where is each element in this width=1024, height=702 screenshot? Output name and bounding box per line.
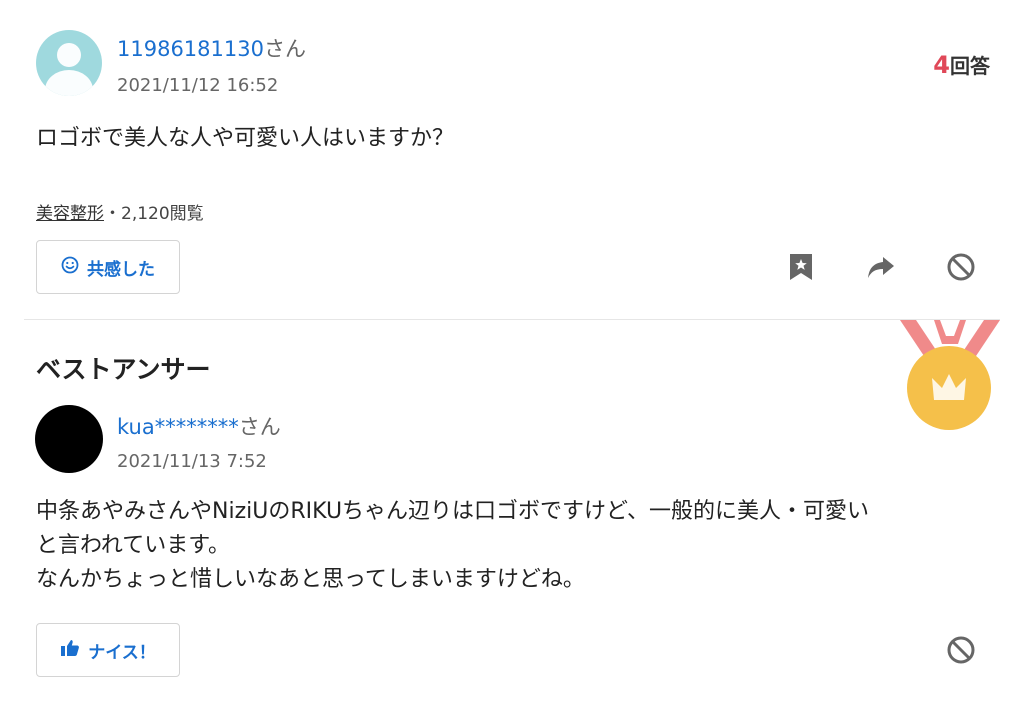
bookmark-icon[interactable]	[785, 251, 817, 283]
answer-count: 4回答	[933, 50, 990, 79]
empathy-button[interactable]: 共感した	[36, 240, 180, 294]
medal-icon	[900, 320, 1000, 430]
share-icon[interactable]	[865, 251, 897, 283]
answerer-username[interactable]: kua********	[117, 415, 239, 439]
honorific: さん	[263, 37, 306, 61]
view-count: ・2,120閲覧	[104, 204, 204, 224]
answerer-name[interactable]: kua********さん	[117, 411, 281, 441]
answerer-avatar[interactable]	[35, 405, 103, 473]
avatar-body	[45, 70, 93, 96]
smile-icon	[61, 256, 79, 279]
thumbs-up-icon	[60, 639, 80, 662]
answer-count-number: 4	[933, 51, 950, 79]
question-meta: 美容整形・2,120閲覧	[36, 199, 204, 224]
answer-line: 中条あやみさんやNiziUのRIKUちゃん辺りは口ゴボですけど、一般的に美人・可…	[36, 499, 869, 524]
questioner-username[interactable]: 11986181130	[117, 37, 264, 61]
block-icon[interactable]	[945, 634, 977, 666]
question-date: 2021/11/12 16:52	[117, 75, 279, 96]
questioner-avatar[interactable]	[36, 30, 102, 96]
answer-text: 中条あやみさんやNiziUのRIKUちゃん辺りは口ゴボですけど、一般的に美人・可…	[36, 495, 996, 597]
avatar-head	[57, 43, 81, 67]
nice-label: ナイス！	[88, 642, 156, 663]
answer-line: と言われています。	[36, 533, 231, 558]
nice-button[interactable]: ナイス！	[36, 623, 180, 677]
block-icon[interactable]	[945, 251, 977, 283]
best-answer-title: ベストアンサー	[36, 355, 211, 384]
section-divider	[24, 319, 1000, 320]
questioner-name[interactable]: 11986181130さん	[117, 33, 306, 63]
category-link[interactable]: 美容整形	[36, 204, 104, 224]
answer-date: 2021/11/13 7:52	[117, 451, 267, 472]
answer-line: なんかちょっと惜しいなあと思ってしまいますけどね。	[36, 567, 585, 592]
honorific: さん	[238, 415, 281, 439]
answer-count-label: 回答	[950, 54, 990, 78]
empathy-label: 共感した	[87, 259, 155, 280]
question-text: ロゴボで美人な人や可愛い人はいますか？	[36, 126, 455, 151]
